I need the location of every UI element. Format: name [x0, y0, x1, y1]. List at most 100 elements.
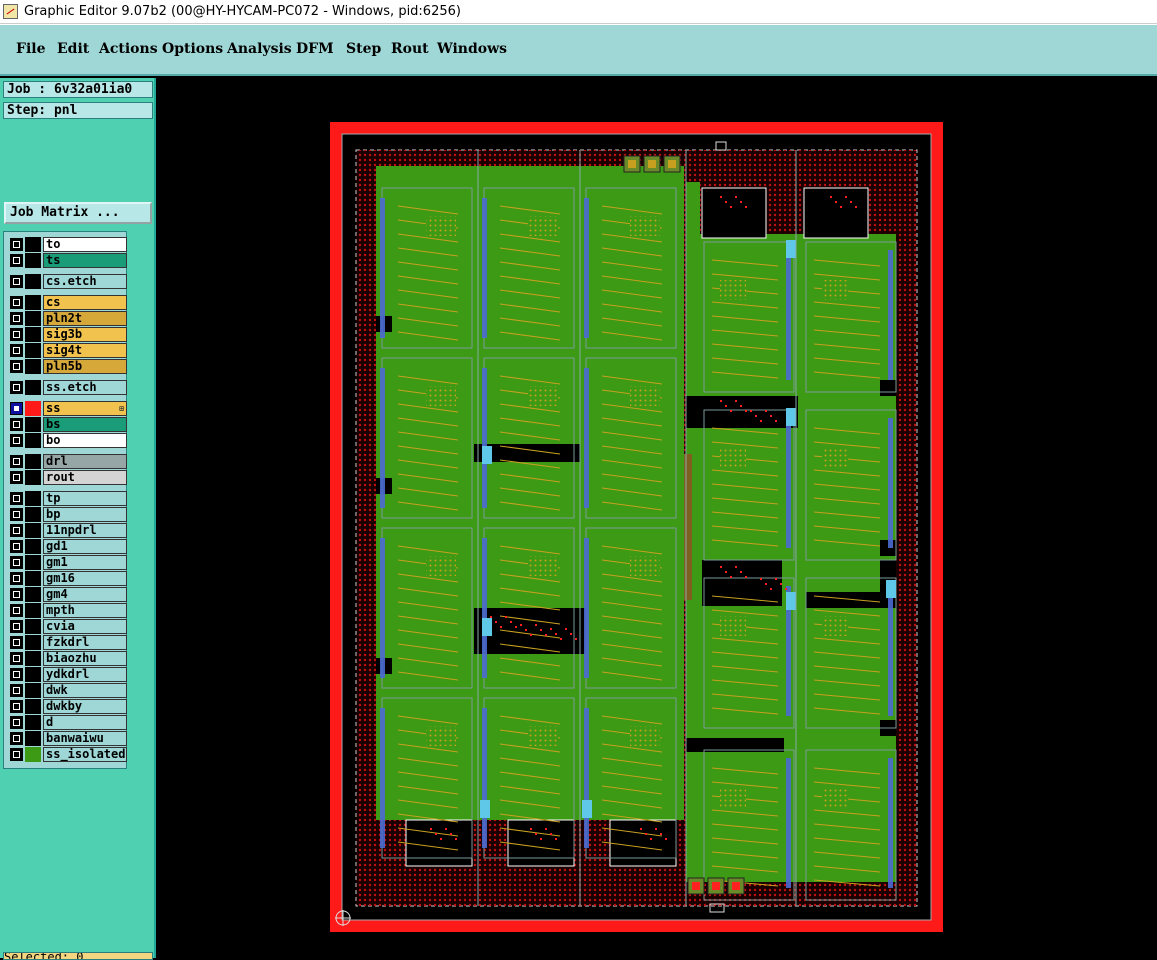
layer-color-swatch[interactable] — [25, 327, 41, 342]
layer-name[interactable]: pln5b — [43, 359, 127, 374]
layer-color-swatch[interactable] — [25, 555, 41, 570]
layer-row-ss[interactable]: ss ⊞ — [8, 401, 128, 416]
layer-checkbox[interactable] — [10, 524, 23, 537]
layer-name[interactable]: ts — [43, 253, 127, 268]
layer-name[interactable]: ydkdrl — [43, 667, 127, 682]
layer-color-swatch[interactable] — [25, 507, 41, 522]
layer-color-swatch[interactable] — [25, 651, 41, 666]
expand-icon[interactable]: ⊞ — [119, 405, 124, 413]
menu-edit[interactable]: Edit — [57, 41, 89, 57]
layer-name[interactable]: bs — [43, 417, 127, 432]
layer-checkbox[interactable] — [10, 254, 23, 267]
layer-name[interactable]: ss ⊞ — [43, 401, 127, 416]
layer-row-bp[interactable]: bp — [8, 507, 128, 522]
layer-color-swatch[interactable] — [25, 274, 41, 289]
layer-color-swatch[interactable] — [25, 253, 41, 268]
layer-checkbox[interactable] — [10, 652, 23, 665]
layer-row-d[interactable]: d — [8, 715, 128, 730]
layer-checkbox[interactable] — [10, 275, 23, 288]
layer-name[interactable]: mpth — [43, 603, 127, 618]
layer-name[interactable]: dwkby — [43, 699, 127, 714]
layer-row-ydkdrl[interactable]: ydkdrl — [8, 667, 128, 682]
layer-checkbox[interactable] — [10, 700, 23, 713]
layer-name[interactable]: gd1 — [43, 539, 127, 554]
layer-color-swatch[interactable] — [25, 539, 41, 554]
layer-name[interactable]: sig4t — [43, 343, 127, 358]
layer-checkbox[interactable] — [10, 344, 23, 357]
layer-name[interactable]: to — [43, 237, 127, 252]
layer-checkbox[interactable] — [10, 381, 23, 394]
layer-name[interactable]: cs.etch — [43, 274, 127, 289]
layer-row-cvia[interactable]: cvia — [8, 619, 128, 634]
layer-color-swatch[interactable] — [25, 667, 41, 682]
layer-row-gm16[interactable]: gm16 — [8, 571, 128, 586]
menu-analysis[interactable]: Analysis — [227, 41, 292, 57]
layer-row-gm4[interactable]: gm4 — [8, 587, 128, 602]
layer-name[interactable]: cvia — [43, 619, 127, 634]
layer-checkbox[interactable] — [10, 636, 23, 649]
layer-color-swatch[interactable] — [25, 417, 41, 432]
layer-name[interactable]: drl — [43, 454, 127, 469]
layer-row-biaozhu[interactable]: biaozhu — [8, 651, 128, 666]
layer-checkbox[interactable] — [10, 508, 23, 521]
pcb-panel-view[interactable] — [158, 78, 1157, 958]
layer-row-bs[interactable]: bs — [8, 417, 128, 432]
layer-name[interactable]: sig3b — [43, 327, 127, 342]
menu-options[interactable]: Options — [162, 41, 223, 57]
menu-actions[interactable]: Actions — [99, 41, 158, 57]
layer-name[interactable]: banwaiwu — [43, 731, 127, 746]
layer-row-cs.etch[interactable]: cs.etch — [8, 274, 128, 289]
layer-color-swatch[interactable] — [25, 491, 41, 506]
layer-row-bo[interactable]: bo — [8, 433, 128, 448]
layer-checkbox[interactable] — [10, 604, 23, 617]
layer-row-gm1[interactable]: gm1 — [8, 555, 128, 570]
layer-color-swatch[interactable] — [25, 401, 41, 416]
layer-row-fzkdrl[interactable]: fzkdrl — [8, 635, 128, 650]
layer-name[interactable]: bp — [43, 507, 127, 522]
layer-row-banwaiwu[interactable]: banwaiwu — [8, 731, 128, 746]
layer-checkbox[interactable] — [10, 588, 23, 601]
layer-row-pln5b[interactable]: pln5b — [8, 359, 128, 374]
menu-file[interactable]: File — [16, 41, 45, 57]
layer-color-swatch[interactable] — [25, 747, 41, 762]
layer-checkbox[interactable] — [10, 668, 23, 681]
layer-color-swatch[interactable] — [25, 587, 41, 602]
menu-step[interactable]: Step — [346, 41, 381, 57]
layer-color-swatch[interactable] — [25, 715, 41, 730]
layer-color-swatch[interactable] — [25, 433, 41, 448]
layer-checkbox[interactable] — [10, 748, 23, 761]
layer-color-swatch[interactable] — [25, 683, 41, 698]
layer-row-rout[interactable]: rout — [8, 470, 128, 485]
layer-row-gd1[interactable]: gd1 — [8, 539, 128, 554]
layer-checkbox[interactable] — [10, 312, 23, 325]
layer-color-swatch[interactable] — [25, 237, 41, 252]
layer-checkbox[interactable] — [10, 556, 23, 569]
layer-row-sig4t[interactable]: sig4t — [8, 343, 128, 358]
layer-row-ss.etch[interactable]: ss.etch — [8, 380, 128, 395]
layer-name[interactable]: pln2t — [43, 311, 127, 326]
layer-checkbox[interactable] — [10, 434, 23, 447]
layer-color-swatch[interactable] — [25, 343, 41, 358]
layer-color-swatch[interactable] — [25, 470, 41, 485]
layer-checkbox[interactable] — [10, 572, 23, 585]
layer-row-tp[interactable]: tp — [8, 491, 128, 506]
layer-name[interactable]: dwk — [43, 683, 127, 698]
layer-checkbox[interactable] — [10, 684, 23, 697]
layer-checkbox[interactable] — [10, 492, 23, 505]
layer-name[interactable]: gm4 — [43, 587, 127, 602]
layer-name[interactable]: rout — [43, 470, 127, 485]
layer-name[interactable]: ss_isolated — [43, 747, 127, 762]
layer-checkbox[interactable] — [10, 296, 23, 309]
layer-color-swatch[interactable] — [25, 311, 41, 326]
layer-checkbox[interactable] — [10, 540, 23, 553]
menu-windows[interactable]: Windows — [437, 41, 507, 57]
job-matrix-button[interactable]: Job Matrix ... — [4, 202, 152, 224]
layer-name[interactable]: d — [43, 715, 127, 730]
layer-checkbox[interactable] — [10, 732, 23, 745]
layer-row-to[interactable]: to — [8, 237, 128, 252]
graphic-canvas[interactable] — [158, 78, 1157, 958]
layer-row-mpth[interactable]: mpth — [8, 603, 128, 618]
layer-checkbox[interactable] — [10, 360, 23, 373]
layer-color-swatch[interactable] — [25, 454, 41, 469]
menu-rout[interactable]: Rout — [391, 41, 429, 57]
